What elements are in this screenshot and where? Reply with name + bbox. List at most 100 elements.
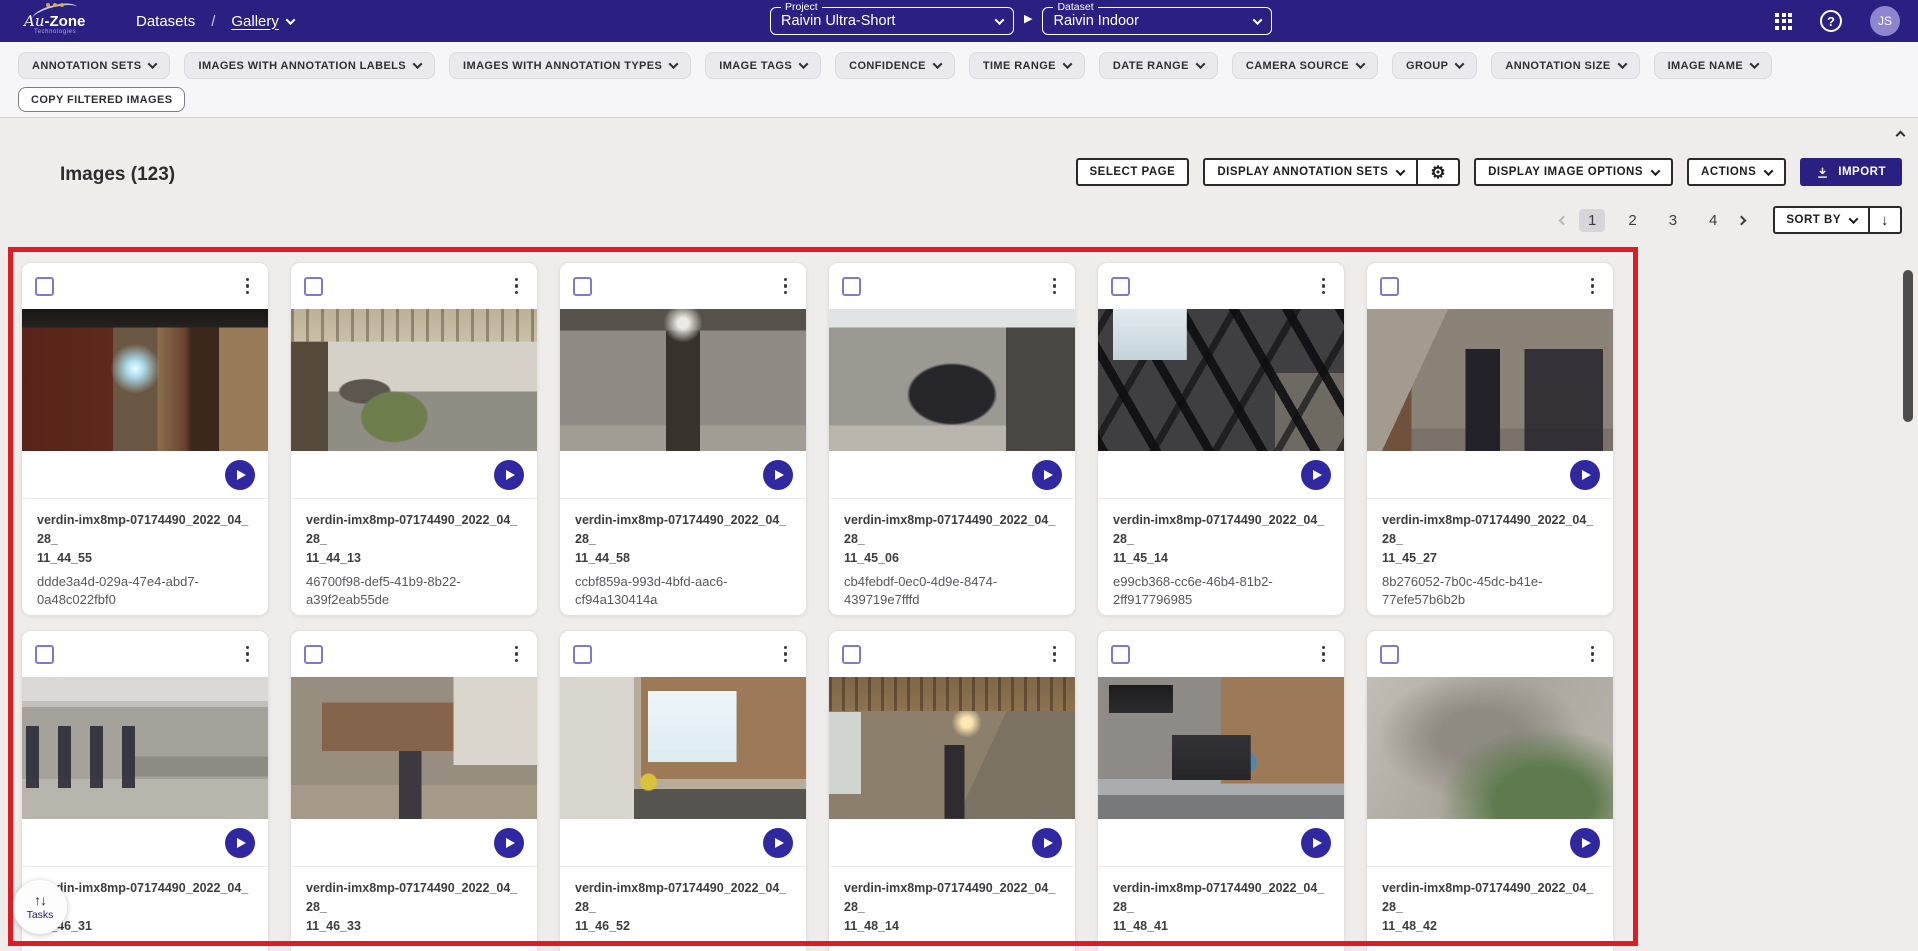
image-grid: verdin-imx8mp-07174490_2022_04_28_11_44_…	[21, 262, 1614, 951]
card-checkbox[interactable]	[1380, 277, 1399, 296]
card-checkbox[interactable]	[573, 645, 592, 664]
page-number-1[interactable]: 1	[1579, 209, 1605, 232]
image-name: verdin-imx8mp-07174490_2022_04_28_11_46_…	[306, 879, 522, 935]
breadcrumb-separator: /	[211, 13, 215, 30]
image-thumbnail[interactable]	[829, 309, 1075, 451]
au-zone-logo[interactable]: Au-Zone Technologies	[18, 1, 102, 41]
image-uuid: 8b276052-7b0c-45dc-b41e-77efe57b6b2b	[1382, 573, 1598, 609]
play-button[interactable]	[1301, 828, 1331, 858]
tasks-button[interactable]: ↑↓ Tasks	[13, 880, 67, 934]
page-number-4[interactable]: 4	[1700, 209, 1726, 232]
kebab-menu-icon[interactable]	[509, 642, 525, 667]
image-thumbnail[interactable]	[1367, 677, 1613, 819]
card-checkbox[interactable]	[1380, 645, 1399, 664]
card-checkbox[interactable]	[573, 277, 592, 296]
logo-subtext: Technologies	[34, 29, 76, 35]
filter-chip[interactable]: IMAGES WITH ANNOTATION TYPES	[449, 52, 691, 79]
kebab-menu-icon[interactable]	[1316, 274, 1332, 299]
card-text: verdin-imx8mp-07174490_2022_04_28_11_45_…	[1367, 499, 1613, 616]
play-button[interactable]	[494, 828, 524, 858]
card-checkbox[interactable]	[304, 645, 323, 664]
play-button[interactable]	[225, 460, 255, 490]
filter-chip[interactable]: DATE RANGE	[1099, 52, 1218, 79]
kebab-menu-icon[interactable]	[1047, 274, 1063, 299]
image-thumbnail[interactable]	[291, 677, 537, 819]
play-button[interactable]	[763, 828, 793, 858]
card-checkbox[interactable]	[1111, 277, 1130, 296]
card-checkbox[interactable]	[842, 645, 861, 664]
image-thumbnail[interactable]	[1098, 677, 1344, 819]
filter-chip[interactable]: IMAGES WITH ANNOTATION LABELS	[184, 52, 435, 79]
kebab-menu-icon[interactable]	[240, 274, 256, 299]
play-button[interactable]	[1032, 460, 1062, 490]
image-thumbnail[interactable]	[22, 309, 268, 451]
select-page-button[interactable]: SELECT PAGE	[1076, 158, 1190, 186]
kebab-menu-icon[interactable]	[778, 642, 794, 667]
card-checkbox[interactable]	[304, 277, 323, 296]
filter-chip[interactable]: IMAGE NAME	[1654, 52, 1773, 79]
actions-dropdown[interactable]: ACTIONS	[1687, 158, 1786, 186]
image-thumbnail[interactable]	[1367, 309, 1613, 451]
import-button[interactable]: IMPORT	[1800, 158, 1902, 186]
image-name: verdin-imx8mp-07174490_2022_04_28_11_48_…	[1382, 879, 1598, 935]
kebab-menu-icon[interactable]	[1316, 642, 1332, 667]
play-button[interactable]	[494, 460, 524, 490]
filter-chip[interactable]: CAMERA SOURCE	[1232, 52, 1378, 79]
play-button[interactable]	[1570, 460, 1600, 490]
user-avatar[interactable]: JS	[1870, 6, 1900, 36]
image-thumbnail[interactable]	[22, 677, 268, 819]
page-number-3[interactable]: 3	[1660, 209, 1686, 232]
filter-chip[interactable]: ANNOTATION SIZE	[1491, 52, 1639, 79]
kebab-menu-icon[interactable]	[778, 274, 794, 299]
copy-filtered-images-button[interactable]: COPY FILTERED IMAGES	[18, 87, 185, 112]
breadcrumb-gallery-dropdown[interactable]: Gallery	[231, 13, 294, 30]
dataset-select[interactable]: Dataset Raivin Indoor	[1042, 1, 1272, 35]
image-thumbnail[interactable]	[560, 677, 806, 819]
image-thumbnail[interactable]	[560, 309, 806, 451]
previous-page-icon[interactable]	[1560, 211, 1567, 229]
collapse-filters-icon[interactable]	[1897, 126, 1904, 144]
display-annotation-sets-dropdown[interactable]: DISPLAY ANNOTATION SETS	[1205, 160, 1416, 184]
card-checkbox[interactable]	[35, 645, 54, 664]
sort-direction-button[interactable]: ↓	[1868, 208, 1900, 232]
annotation-sets-settings-button[interactable]: ⚙	[1416, 160, 1458, 184]
card-checkbox[interactable]	[1111, 645, 1130, 664]
kebab-menu-icon[interactable]	[1047, 642, 1063, 667]
filter-chip[interactable]: ANNOTATION SETS	[18, 52, 170, 79]
help-icon[interactable]: ?	[1820, 10, 1842, 32]
play-icon	[775, 838, 784, 848]
project-dataset-selectors: Project Raivin Ultra-Short ▶ Dataset Rai…	[770, 1, 1272, 35]
play-button[interactable]	[1032, 828, 1062, 858]
kebab-menu-icon[interactable]	[1585, 642, 1601, 667]
card-checkbox[interactable]	[842, 277, 861, 296]
next-page-icon[interactable]	[1738, 211, 1745, 229]
breadcrumb-datasets-link[interactable]: Datasets	[136, 13, 195, 30]
card-checkbox[interactable]	[35, 277, 54, 296]
filter-chip[interactable]: IMAGE TAGS	[705, 52, 821, 79]
filter-chip[interactable]: GROUP	[1392, 52, 1477, 79]
sort-by-dropdown[interactable]: SORT BY	[1775, 208, 1868, 232]
filter-chip-row: ANNOTATION SETS IMAGES WITH ANNOTATION LA…	[18, 52, 1900, 79]
project-select[interactable]: Project Raivin Ultra-Short	[770, 1, 1014, 35]
image-thumbnail[interactable]	[829, 677, 1075, 819]
display-image-options-dropdown[interactable]: DISPLAY IMAGE OPTIONS	[1474, 158, 1673, 186]
kebab-menu-icon[interactable]	[509, 274, 525, 299]
apps-grid-icon[interactable]	[1775, 13, 1792, 30]
image-thumbnail[interactable]	[291, 309, 537, 451]
play-button[interactable]	[225, 828, 255, 858]
play-button[interactable]	[1301, 460, 1331, 490]
filter-chip[interactable]: TIME RANGE	[969, 52, 1085, 79]
image-card: verdin-imx8mp-07174490_2022_04_28_11_46_…	[290, 630, 538, 951]
kebab-menu-icon[interactable]	[1585, 274, 1601, 299]
image-thumbnail[interactable]	[1098, 309, 1344, 451]
play-button[interactable]	[1570, 828, 1600, 858]
play-icon	[1582, 838, 1591, 848]
play-button[interactable]	[763, 460, 793, 490]
play-icon	[237, 838, 246, 848]
vertical-scrollbar-thumb[interactable]	[1903, 270, 1913, 422]
page-number-2[interactable]: 2	[1619, 209, 1645, 232]
breadcrumb: Datasets / Gallery	[136, 13, 294, 30]
filter-chip[interactable]: CONFIDENCE	[835, 52, 955, 79]
kebab-menu-icon[interactable]	[240, 642, 256, 667]
chevron-down-icon	[1651, 166, 1661, 176]
